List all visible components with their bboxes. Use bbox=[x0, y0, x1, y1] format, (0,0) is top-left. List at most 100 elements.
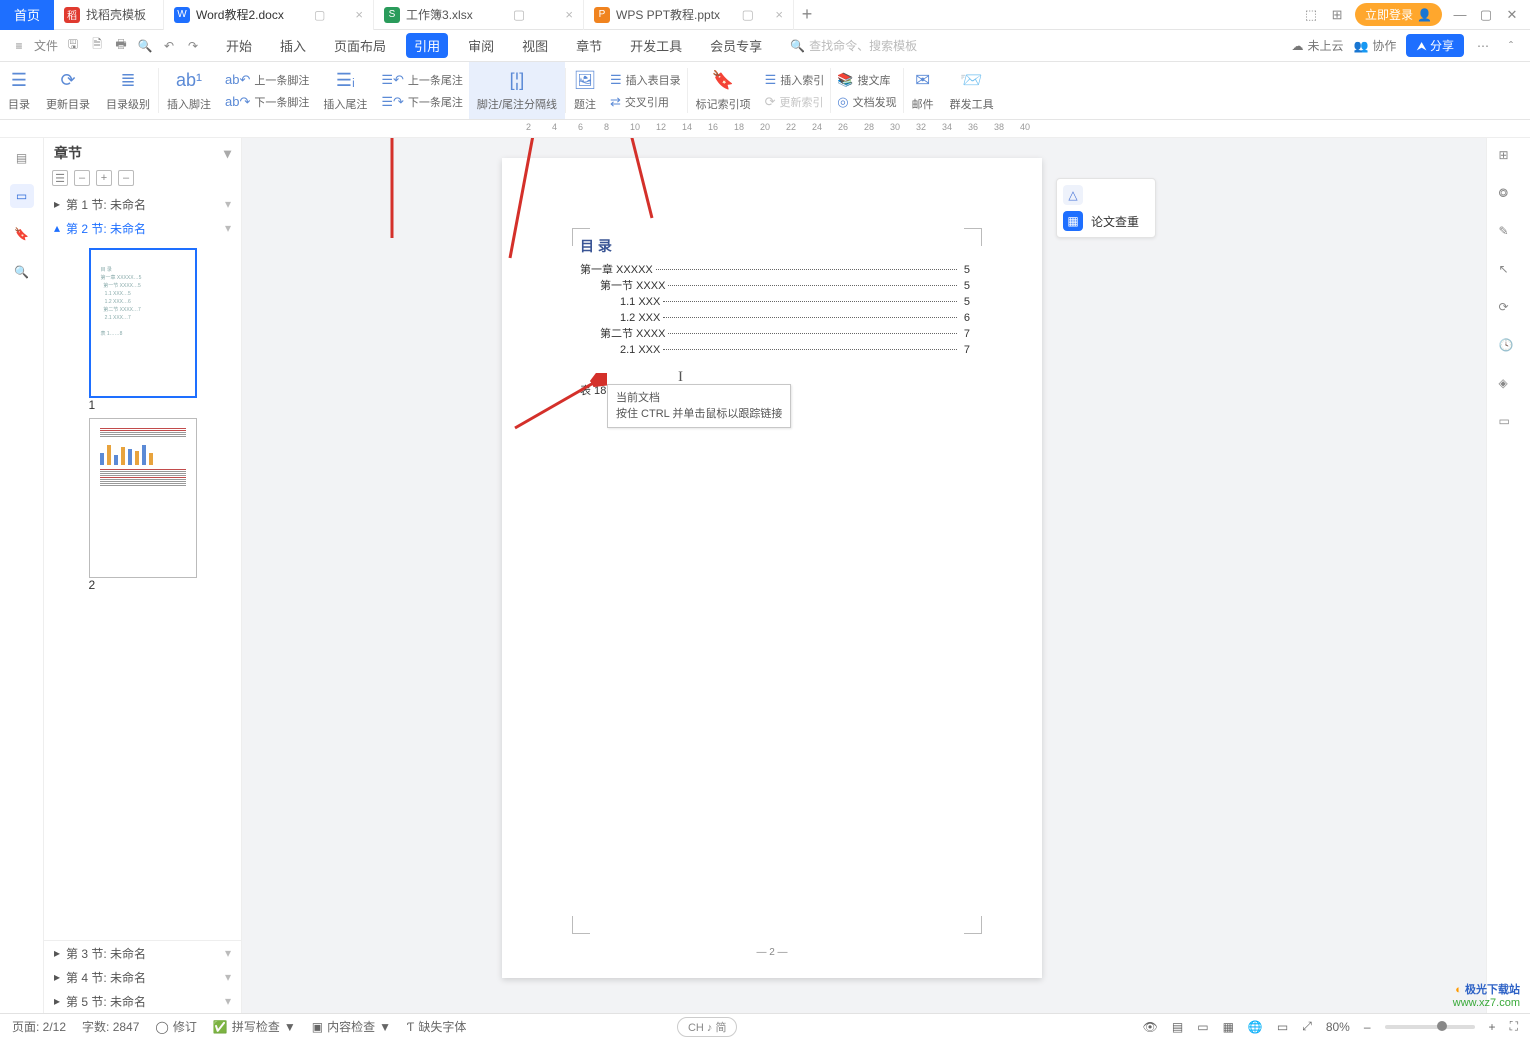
paper-check-button[interactable]: ▦ 论文查重 bbox=[1063, 211, 1149, 231]
cloud-status[interactable]: ☁未上云 bbox=[1291, 37, 1343, 54]
command-search[interactable]: 🔍 查找命令、搜索模板 bbox=[790, 37, 917, 54]
layout-icon[interactable]: ⬚ bbox=[1303, 7, 1319, 23]
tab-xlsx[interactable]: S 工作簿3.xlsx ▢ × bbox=[374, 0, 584, 30]
idea-icon[interactable]: ◈ bbox=[1499, 376, 1519, 396]
insert-index[interactable]: ☰插入索引 bbox=[765, 70, 825, 90]
close-icon[interactable]: ▢ bbox=[742, 7, 754, 23]
tab-dev[interactable]: 开发工具 bbox=[622, 33, 690, 58]
tab-home[interactable]: 首页 bbox=[0, 0, 54, 30]
tab-overflow-icon[interactable]: ▢ bbox=[314, 8, 325, 22]
missing-fonts[interactable]: Ƭ缺失字体 bbox=[407, 1018, 466, 1035]
tab-insert[interactable]: 插入 bbox=[272, 33, 314, 58]
new-icon[interactable]: 🗎 bbox=[88, 37, 106, 55]
ruler-icon[interactable]: ▭ bbox=[1277, 1020, 1288, 1034]
zoom-value[interactable]: 80% bbox=[1326, 1020, 1350, 1034]
wordcount[interactable]: 字数: 2847 bbox=[82, 1018, 139, 1035]
maximize-icon[interactable]: ▢ bbox=[1478, 7, 1494, 23]
thumb-1-wrapper[interactable]: 目 录第一章 XXXXX…5 第一节 XXXX…5 1.1 XXX…5 1.2 … bbox=[89, 248, 197, 412]
tab-pptx[interactable]: P WPS PPT教程.pptx ▢ × bbox=[584, 0, 794, 30]
share-button[interactable]: ⮝ 分享 bbox=[1406, 34, 1464, 57]
print-icon[interactable]: 🖶 bbox=[112, 37, 130, 55]
tab-section[interactable]: 章节 bbox=[568, 33, 610, 58]
add-section-icon[interactable]: + bbox=[96, 170, 112, 186]
section-item[interactable]: ▸第 3 节: 未命名▾ bbox=[44, 941, 241, 965]
save-icon[interactable]: 🖫 bbox=[64, 37, 82, 55]
view-web-icon[interactable]: ▦ bbox=[1223, 1020, 1234, 1034]
card-collapse-icon[interactable]: △ bbox=[1063, 185, 1083, 205]
view-page-icon[interactable]: ▤ bbox=[1172, 1020, 1183, 1034]
toc-row[interactable]: 第二节 XXXX7 bbox=[580, 326, 970, 342]
tab-template[interactable]: 稻 找稻壳模板 bbox=[54, 0, 164, 30]
revise-toggle[interactable]: ◯修订 bbox=[155, 1018, 196, 1035]
content-check[interactable]: ▣内容检查 ▼ bbox=[312, 1018, 391, 1035]
next-endnote[interactable]: ☰↷下一条尾注 bbox=[381, 92, 463, 112]
toc-row[interactable]: 第一章 XXXXX5 bbox=[580, 262, 970, 278]
zoom-slider[interactable] bbox=[1385, 1025, 1475, 1029]
menu-icon[interactable]: ≡ bbox=[10, 37, 28, 55]
undo-icon[interactable]: ↶ bbox=[160, 37, 178, 55]
search-lib[interactable]: 📚搜文库 bbox=[837, 70, 896, 90]
collab-button[interactable]: 👥协作 bbox=[1353, 37, 1396, 54]
pointer-icon[interactable]: ↖ bbox=[1499, 262, 1519, 282]
prev-endnote[interactable]: ☰↶上一条尾注 bbox=[381, 70, 463, 90]
update-index[interactable]: ⟳更新索引 bbox=[765, 92, 825, 112]
close-window-icon[interactable]: ✕ bbox=[1504, 7, 1520, 23]
insert-fig-toc[interactable]: ☰插入表目录 bbox=[610, 70, 681, 90]
close-icon[interactable]: × bbox=[355, 7, 363, 22]
update-toc-button[interactable]: ⟳更新目录 bbox=[38, 62, 98, 119]
thumb-2-wrapper[interactable]: 2 bbox=[89, 418, 197, 592]
toc-row[interactable]: 1.1 XXX5 bbox=[580, 294, 970, 310]
eye-icon[interactable]: 👁 bbox=[1143, 1020, 1158, 1034]
settings-icon[interactable]: ⊞ bbox=[1499, 148, 1519, 168]
document-canvas[interactable]: 目 录 第一章 XXXXX5第一节 XXXX51.1 XXX51.2 XXX6第… bbox=[242, 138, 1486, 1013]
separator-button[interactable]: [¦]脚注/尾注分隔线 bbox=[469, 62, 565, 119]
toc-row[interactable]: 第一节 XXXX5 bbox=[580, 278, 970, 294]
tab-reference[interactable]: 引用 bbox=[406, 33, 448, 58]
more-icon[interactable]: ⋯ bbox=[1474, 37, 1492, 55]
section-item[interactable]: ▸第 1 节: 未命名▾ bbox=[44, 192, 241, 216]
bookmark-icon[interactable]: 🔖 bbox=[10, 222, 34, 246]
grid-icon[interactable]: ⊞ bbox=[1329, 7, 1345, 23]
section-item[interactable]: ▸第 4 节: 未命名▾ bbox=[44, 965, 241, 989]
mark-index-button[interactable]: 🔖标记索引项 bbox=[688, 62, 759, 119]
caption-button[interactable]: 🖼题注 bbox=[566, 62, 604, 119]
del-section-icon[interactable]: – bbox=[74, 170, 90, 186]
redo-icon[interactable]: ↷ bbox=[184, 37, 202, 55]
tab-layout[interactable]: 页面布局 bbox=[326, 33, 394, 58]
section-item[interactable]: ▴第 2 节: 未命名▾ bbox=[44, 216, 241, 240]
close-icon[interactable]: ▢ bbox=[513, 7, 525, 23]
mass-mail-button[interactable]: 📨群发工具 bbox=[942, 62, 1002, 119]
zoom-in-icon[interactable]: + bbox=[1489, 1020, 1496, 1034]
find-icon[interactable]: 🔍 bbox=[10, 260, 34, 284]
preview-icon[interactable]: 🔍 bbox=[136, 37, 154, 55]
tab-member[interactable]: 会员专享 bbox=[702, 33, 770, 58]
file-menu[interactable]: 文件 bbox=[34, 37, 58, 54]
horizontal-ruler[interactable]: 246810121416182022242628303234363840 bbox=[0, 120, 1530, 138]
next-footnote[interactable]: ab↷下一条脚注 bbox=[225, 92, 309, 112]
collapse-icon[interactable]: ˆ bbox=[1502, 37, 1520, 55]
section-icon[interactable]: ▭ bbox=[10, 184, 34, 208]
insert-endnote-button[interactable]: ☰ᵢ插入尾注 bbox=[315, 62, 375, 119]
insert-footnote-button[interactable]: ab¹插入脚注 bbox=[159, 62, 219, 119]
pen-icon[interactable]: ✎ bbox=[1499, 224, 1519, 244]
cross-ref[interactable]: ⇄交叉引用 bbox=[610, 92, 681, 112]
page-status[interactable]: 页面: 2/12 bbox=[12, 1018, 66, 1035]
collapse-section-icon[interactable]: – bbox=[118, 170, 134, 186]
tab-start[interactable]: 开始 bbox=[218, 33, 260, 58]
section-item[interactable]: ▸第 5 节: 未命名▾ bbox=[44, 989, 241, 1013]
close-icon[interactable]: × bbox=[565, 7, 573, 22]
zoom-fit-icon[interactable]: ⤢ bbox=[1302, 1019, 1312, 1034]
toc-button[interactable]: ☰目录 bbox=[0, 62, 38, 119]
toc-row[interactable]: 1.2 XXX6 bbox=[580, 310, 970, 326]
mail-button[interactable]: ✉邮件 bbox=[904, 62, 942, 119]
tab-view[interactable]: 视图 bbox=[514, 33, 556, 58]
view-read-icon[interactable]: ▭ bbox=[1197, 1020, 1208, 1034]
toc-level-button[interactable]: ≣目录级别 bbox=[98, 62, 158, 119]
globe-icon[interactable]: 🌐 bbox=[1248, 1020, 1263, 1034]
outline-icon[interactable]: ▤ bbox=[10, 146, 34, 170]
zoom-out-icon[interactable]: – bbox=[1364, 1020, 1371, 1034]
prev-footnote[interactable]: ab↶上一条脚注 bbox=[225, 70, 309, 90]
insert-section-icon[interactable]: ☰ bbox=[52, 170, 68, 186]
spellcheck-toggle[interactable]: ✅拼写检查 ▼ bbox=[213, 1018, 296, 1035]
minimize-icon[interactable]: — bbox=[1452, 7, 1468, 22]
